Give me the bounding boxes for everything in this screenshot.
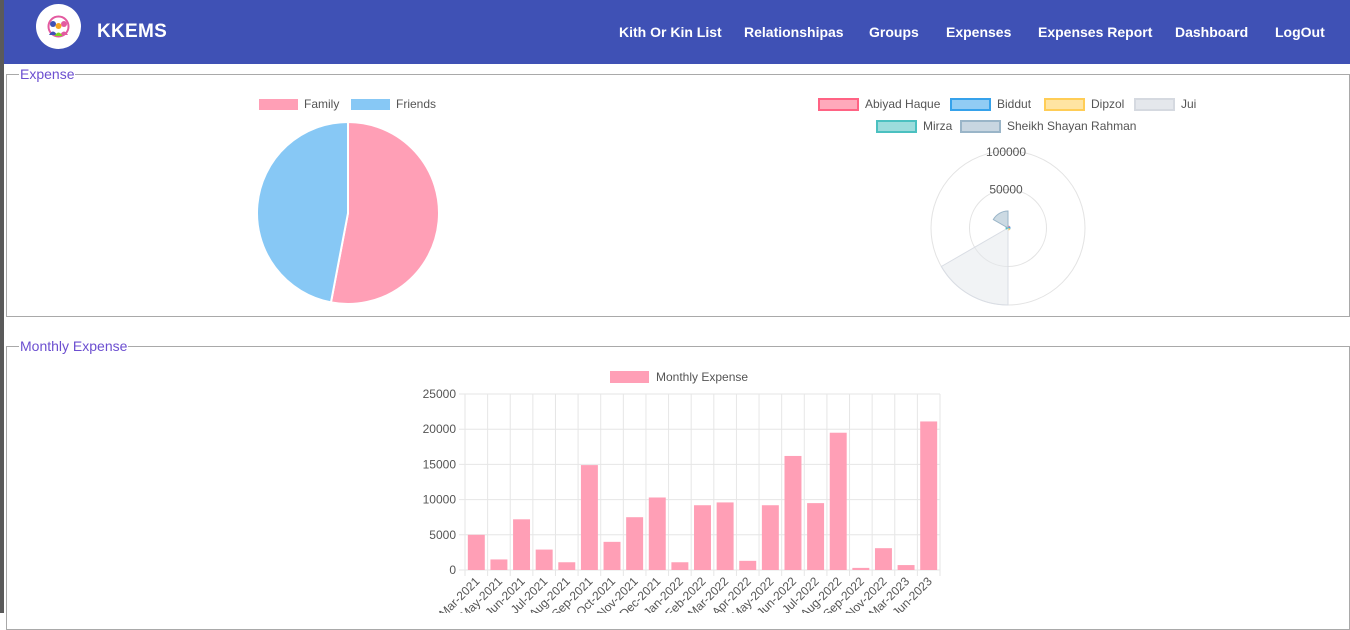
monthly-expense-bar-chart[interactable]: Monthly Expense 25000 20000 15000 10000 5000 0…	[423, 370, 941, 613]
polar-legend-label: Mirza	[923, 119, 953, 133]
polar-sector	[992, 210, 1009, 229]
bar	[580, 465, 598, 570]
bar	[558, 562, 576, 570]
bar	[535, 549, 553, 570]
polar-legend-label: Sheikh Shayan Rahman	[1007, 119, 1136, 133]
charts-layer: Family Friends Abiyad Haque Biddut Dipzol Ju…	[256, 97, 1196, 613]
bar	[784, 455, 802, 570]
bar	[761, 505, 779, 570]
bar-y-tick-label: 5000	[429, 528, 456, 542]
pie-legend-label: Family	[304, 97, 339, 111]
pie-slice	[256, 120, 349, 304]
bar-y-tick-label: 15000	[423, 457, 457, 471]
polar-legend-swatch	[1134, 98, 1175, 111]
pie-legend-swatch	[259, 99, 298, 110]
bar	[603, 541, 621, 570]
polar-legend-label: Dipzol	[1091, 97, 1124, 111]
bar	[920, 421, 938, 570]
bar	[739, 560, 757, 570]
bar	[852, 567, 870, 570]
bar-y-tick-label: 20000	[423, 422, 457, 436]
bar	[671, 562, 689, 570]
bar	[874, 548, 892, 570]
bar-y-tick-label: 0	[449, 563, 456, 577]
bar	[513, 519, 531, 570]
pie-legend-swatch	[351, 99, 390, 110]
polar-sector	[940, 227, 1009, 306]
person-polar-area-chart[interactable]: Abiyad Haque Biddut Dipzol Jui Mirza Sheikh S…	[818, 97, 1196, 306]
bar	[694, 505, 711, 570]
bar	[626, 517, 644, 570]
polar-legend-swatch	[1044, 98, 1085, 111]
bar-y-tick-label: 25000	[423, 387, 457, 401]
polar-legend-label: Biddut	[997, 97, 1032, 111]
bar-legend-swatch	[610, 371, 649, 383]
polar-legend-label: Jui	[1181, 97, 1196, 111]
polar-tick-label: 50000	[989, 183, 1023, 197]
category-pie-chart[interactable]: Family Friends	[256, 97, 440, 305]
polar-legend-swatch	[818, 98, 859, 111]
bar	[467, 534, 485, 570]
bar	[897, 565, 915, 570]
bar	[807, 503, 825, 570]
polar-legend-swatch	[960, 120, 1001, 133]
bar	[829, 432, 847, 570]
polar-tick-label: 100000	[986, 145, 1026, 159]
bar	[648, 497, 666, 570]
polar-legend-swatch	[876, 120, 917, 133]
pie-legend-label: Friends	[396, 97, 436, 111]
bar	[716, 502, 734, 570]
polar-legend-label: Abiyad Haque	[865, 97, 941, 111]
bar-y-tick-label: 10000	[423, 493, 457, 507]
bar-legend-label: Monthly Expense	[656, 370, 748, 384]
polar-legend-swatch	[950, 98, 991, 111]
bar	[490, 559, 508, 570]
